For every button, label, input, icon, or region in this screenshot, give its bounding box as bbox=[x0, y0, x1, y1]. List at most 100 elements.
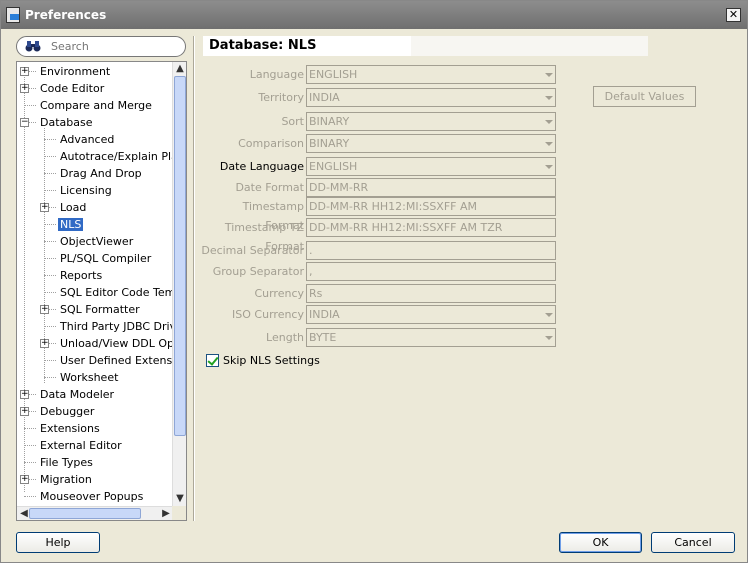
tree-item[interactable]: File Types bbox=[38, 454, 95, 471]
field-label: ISO Currency bbox=[232, 308, 304, 321]
tree-item[interactable]: Drag And Drop bbox=[58, 165, 144, 182]
tree-item[interactable]: Data Modeler bbox=[38, 386, 116, 403]
field-value: Rs bbox=[309, 287, 323, 300]
select-field[interactable]: BINARY bbox=[306, 134, 556, 153]
text-field[interactable]: , bbox=[306, 262, 556, 281]
field-label: Language bbox=[249, 68, 304, 81]
tree-item[interactable]: Debugger bbox=[38, 403, 96, 420]
search-input[interactable] bbox=[49, 39, 179, 54]
tree-item[interactable]: Environment bbox=[38, 63, 112, 80]
title-bar[interactable]: Preferences ✕ bbox=[1, 1, 747, 29]
expand-icon[interactable]: + bbox=[20, 475, 29, 484]
text-field[interactable]: DD-MM-RR bbox=[306, 178, 556, 197]
select-field[interactable]: ENGLISH bbox=[306, 65, 556, 84]
expand-icon[interactable]: + bbox=[20, 67, 29, 76]
text-field[interactable]: DD-MM-RR HH12:MI:SSXFF AM bbox=[306, 197, 556, 216]
tree-item[interactable]: Autotrace/Explain Plan bbox=[58, 148, 173, 165]
scroll-up-icon[interactable]: ▲ bbox=[173, 62, 187, 76]
splitter[interactable] bbox=[193, 36, 195, 521]
collapse-icon[interactable]: − bbox=[20, 118, 29, 127]
text-field[interactable]: Rs bbox=[306, 284, 556, 303]
tree-item[interactable]: SQL Editor Code Templates bbox=[58, 284, 173, 301]
dropdown-arrow-icon[interactable] bbox=[545, 165, 553, 169]
tree-item[interactable]: Advanced bbox=[58, 131, 116, 148]
tree-item[interactable]: Extensions bbox=[38, 420, 102, 437]
tree-guide-line bbox=[24, 445, 36, 446]
search-box[interactable] bbox=[16, 36, 186, 57]
tree-item-label: External Editor bbox=[40, 439, 122, 452]
tree-item[interactable]: SQL Formatter bbox=[58, 301, 142, 318]
tree-item[interactable]: Compare and Merge bbox=[38, 97, 154, 114]
help-button[interactable]: Help bbox=[16, 532, 100, 553]
tree-item[interactable]: PL/SQL Compiler bbox=[58, 250, 153, 267]
tree-guide-line bbox=[44, 173, 56, 174]
dropdown-arrow-icon[interactable] bbox=[545, 313, 553, 317]
tree-item-label: ObjectViewer bbox=[60, 235, 134, 248]
expand-icon[interactable]: + bbox=[20, 84, 29, 93]
preferences-dialog: Preferences ✕ Environment + Code Editor + Co… bbox=[0, 0, 748, 563]
dropdown-arrow-icon[interactable] bbox=[545, 120, 553, 124]
expand-icon[interactable]: + bbox=[40, 203, 49, 212]
select-field[interactable]: INDIA bbox=[306, 88, 556, 107]
expand-icon[interactable]: + bbox=[40, 339, 49, 348]
tree-guide-line bbox=[44, 377, 56, 378]
tree-item[interactable]: Reports bbox=[58, 267, 104, 284]
select-field[interactable]: BINARY bbox=[306, 112, 556, 131]
text-field[interactable]: . bbox=[306, 241, 556, 260]
select-field[interactable]: BYTE bbox=[306, 328, 556, 347]
tree-guide-line bbox=[44, 156, 56, 157]
expand-icon[interactable]: + bbox=[40, 305, 49, 314]
field-label: Currency bbox=[254, 287, 304, 300]
skip-nls-label: Skip NLS Settings bbox=[223, 354, 320, 367]
tree-item[interactable]: User Defined Extensions bbox=[58, 352, 173, 369]
tree-item[interactable]: ObjectViewer bbox=[58, 233, 135, 250]
tree-item[interactable]: Migration bbox=[38, 471, 94, 488]
tree-item[interactable]: Load bbox=[58, 199, 88, 216]
select-field[interactable]: ENGLISH bbox=[306, 157, 556, 176]
tree-item-label: Mouseover Popups bbox=[40, 490, 144, 503]
dropdown-arrow-icon[interactable] bbox=[545, 73, 553, 77]
help-label: Help bbox=[45, 536, 71, 549]
hscroll-thumb[interactable] bbox=[29, 508, 141, 519]
tree-item-label: NLS bbox=[58, 218, 84, 231]
scroll-thumb[interactable] bbox=[174, 76, 186, 436]
tree-item[interactable]: Unload/View DDL Options bbox=[58, 335, 173, 352]
scroll-down-icon[interactable]: ▼ bbox=[173, 492, 187, 506]
scroll-right-icon[interactable]: ▶ bbox=[159, 507, 173, 521]
tree-item[interactable]: Licensing bbox=[58, 182, 114, 199]
default-values-button[interactable]: Default Values bbox=[593, 86, 696, 107]
field-value: INDIA bbox=[309, 91, 340, 104]
tree-guide-line bbox=[24, 105, 36, 106]
tree-vertical-scrollbar[interactable]: ▲ ▼ bbox=[172, 62, 186, 506]
tree-item[interactable]: Database bbox=[38, 114, 95, 131]
tree-guide-line bbox=[24, 462, 36, 463]
tree-item[interactable]: Worksheet bbox=[58, 369, 120, 386]
tree-item[interactable]: Third Party JDBC Drivers bbox=[58, 318, 173, 335]
ok-label: OK bbox=[592, 536, 609, 549]
dropdown-arrow-icon[interactable] bbox=[545, 96, 553, 100]
tree-item[interactable]: External Editor bbox=[38, 437, 124, 454]
binoculars-icon bbox=[25, 41, 41, 52]
field-value: BINARY bbox=[309, 137, 350, 150]
tree-item-label: Worksheet bbox=[60, 371, 119, 384]
tree-guide-line bbox=[44, 190, 56, 191]
tree-viewport: Environment + Code Editor + Compare and Merg… bbox=[17, 62, 173, 506]
tree-item[interactable]: Code Editor bbox=[38, 80, 106, 97]
tree-item[interactable]: NLS bbox=[58, 216, 84, 233]
expand-icon[interactable]: + bbox=[20, 407, 29, 416]
ok-button[interactable]: OK bbox=[559, 532, 642, 553]
tree-horizontal-scrollbar[interactable]: ◀ ▶ bbox=[17, 506, 173, 520]
tree-item-label: Migration bbox=[40, 473, 92, 486]
app-icon bbox=[6, 7, 20, 23]
text-field[interactable]: DD-MM-RR HH12:MI:SSXFF AM TZR bbox=[306, 218, 556, 237]
dropdown-arrow-icon[interactable] bbox=[545, 142, 553, 146]
cancel-button[interactable]: Cancel bbox=[651, 532, 735, 553]
select-field[interactable]: INDIA bbox=[306, 305, 556, 324]
tree-item[interactable]: Mouseover Popups bbox=[38, 488, 145, 505]
close-icon[interactable]: ✕ bbox=[726, 8, 741, 22]
tree-item-label: Autotrace/Explain Plan bbox=[60, 150, 173, 163]
expand-icon[interactable]: + bbox=[20, 390, 29, 399]
dropdown-arrow-icon[interactable] bbox=[545, 336, 553, 340]
field-value: BYTE bbox=[309, 331, 337, 344]
skip-nls-checkbox[interactable] bbox=[206, 354, 219, 367]
